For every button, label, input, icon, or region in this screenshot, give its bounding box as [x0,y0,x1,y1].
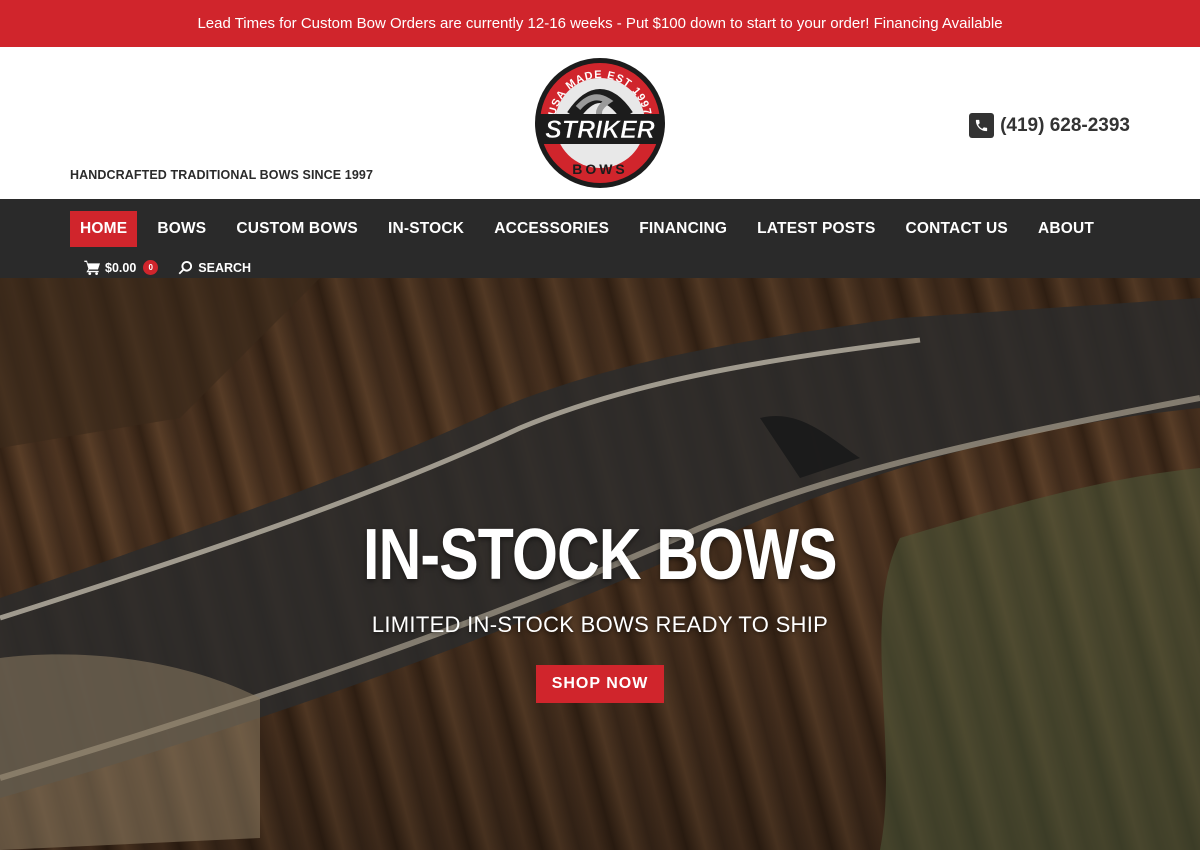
search-button[interactable]: SEARCH [178,260,251,275]
logo-brand-text: STRIKER [545,116,655,144]
hero-content: IN-STOCK BOWS LIMITED IN-STOCK BOWS READ… [0,514,1200,703]
shop-now-button[interactable]: SHOP NOW [535,665,665,703]
nav-item-latest-posts[interactable]: LATEST POSTS [747,211,885,247]
cart-icon [84,260,100,275]
site-header: HANDCRAFTED TRADITIONAL BOWS SINCE 1997 … [0,47,1200,199]
announcement-text: Lead Times for Custom Bow Orders are cur… [197,15,1003,32]
nav-utilities: $0.00 0 SEARCH [84,260,251,275]
nav-item-in-stock[interactable]: IN-STOCK [378,211,474,247]
nav-item-custom-bows[interactable]: CUSTOM BOWS [226,211,368,247]
announcement-bar: Lead Times for Custom Bow Orders are cur… [0,0,1200,47]
cart-button[interactable]: $0.00 0 [84,260,159,275]
nav-menu: HOME BOWS CUSTOM BOWS IN-STOCK ACCESSORI… [70,211,1114,247]
tagline: HANDCRAFTED TRADITIONAL BOWS SINCE 1997 [70,168,373,182]
nav-item-bows[interactable]: BOWS [147,211,216,247]
search-label: SEARCH [198,260,252,275]
hero-title: IN-STOCK BOWS [363,515,838,595]
hero-subtitle: LIMITED IN-STOCK BOWS READY TO SHIP [371,612,829,637]
nav-item-home[interactable]: HOME [70,211,138,247]
hero-banner: IN-STOCK BOWS LIMITED IN-STOCK BOWS READ… [0,278,1200,850]
nav-item-accessories[interactable]: ACCESSORIES [484,211,619,247]
phone-contact[interactable]: (419) 628-2393 [969,113,1130,138]
search-icon [178,260,193,275]
phone-number: (419) 628-2393 [1000,114,1130,136]
nav-item-financing[interactable]: FINANCING [629,211,737,247]
logo-sub-text: BOWS [572,161,628,177]
striker-bows-logo[interactable]: USA MADE EST 1997 STRIKER BOWS [533,56,667,190]
phone-icon [969,113,995,138]
nav-item-about[interactable]: ABOUT [1028,211,1104,247]
cart-total: $0.00 [105,260,137,275]
cart-count-badge: 0 [143,260,159,275]
nav-item-contact-us[interactable]: CONTACT US [896,211,1018,247]
main-navigation: HOME BOWS CUSTOM BOWS IN-STOCK ACCESSORI… [0,199,1200,278]
